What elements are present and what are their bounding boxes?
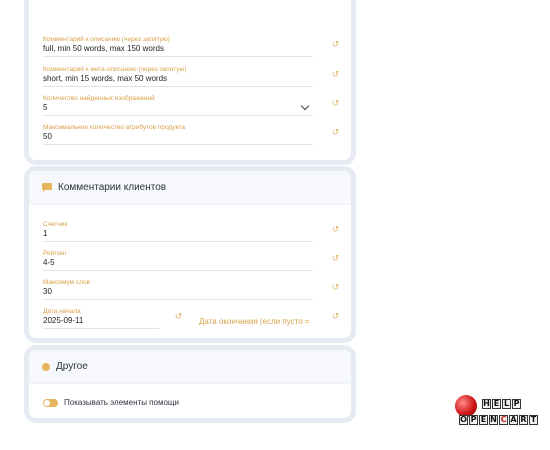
help-elements-toggle[interactable] [43, 399, 58, 407]
field-value[interactable]: 50 [43, 132, 313, 142]
field-label: Максимум слов [43, 279, 91, 286]
card-title: Комментарии клиентов [58, 182, 167, 193]
reset-icon[interactable]: ↺ [331, 284, 340, 293]
seo-settings-card: Комментарий к описанию (через запятую) f… [24, 0, 356, 165]
description-comment-field[interactable]: Комментарий к описанию (через запятую) f… [43, 36, 313, 57]
logo-letter: E [479, 415, 488, 425]
logo-letter: A [509, 415, 518, 425]
reset-icon[interactable]: ↺ [331, 255, 340, 264]
start-date-field[interactable]: Дата начала 2025-09-11 [43, 308, 159, 329]
help-elements-toggle-label: Показывать элементы помощи [64, 398, 179, 407]
field-label: Рейтинг [43, 250, 67, 257]
max-words-field[interactable]: Максимум слов 30 [43, 279, 313, 300]
logo-letter: N [489, 415, 498, 425]
logo-letter: P [469, 415, 478, 425]
field-value[interactable]: 1 [43, 229, 313, 239]
help-opencart-logo: H E L P O P E N C A R T [455, 393, 543, 431]
reset-icon[interactable]: ↺ [331, 129, 340, 138]
logo-letter: O [459, 415, 468, 425]
select-value[interactable]: 5 [43, 103, 313, 113]
toggle-knob [44, 400, 50, 406]
field-underline [43, 56, 313, 57]
logo-letter: R [519, 415, 528, 425]
field-underline [43, 115, 313, 116]
dot-icon [42, 362, 50, 371]
logo-line-opencart: O P E N C A R T [459, 415, 538, 425]
rating-field[interactable]: Рейтинг 4-5 [43, 250, 313, 271]
other-settings-card: Другое Показывать элементы помощи [24, 345, 356, 423]
images-count-select[interactable]: Количество найденных изображений 5 [43, 95, 313, 116]
field-label: Максимальное количество атрибутов продук… [43, 124, 186, 131]
field-value[interactable]: short, min 15 words, max 50 words [43, 74, 313, 84]
reset-icon[interactable]: ↺ [331, 71, 340, 80]
field-underline [43, 241, 313, 242]
logo-letter: L [502, 399, 511, 409]
field-label: Счетчик [43, 221, 68, 228]
field-label: Комментарий к мета-описанию (через запят… [43, 66, 187, 73]
field-underline [43, 328, 159, 329]
chat-icon [42, 183, 52, 192]
card-header: Комментарии клиентов [29, 171, 351, 205]
logo-letter: E [492, 399, 501, 409]
field-label: Дата начала [43, 308, 81, 315]
field-value[interactable]: 2025-09-11 [43, 316, 159, 326]
logo-letter: H [482, 399, 491, 409]
logo-ball-icon [455, 395, 477, 417]
field-value[interactable]: full, min 50 words, max 150 words [43, 44, 313, 54]
card-title: Другое [56, 361, 88, 372]
logo-line-help: H E L P [482, 399, 521, 409]
logo-letter: P [512, 399, 521, 409]
logo-letter: T [529, 415, 538, 425]
reset-icon[interactable]: ↺ [174, 313, 183, 322]
field-underline [43, 144, 313, 145]
reset-icon[interactable]: ↺ [331, 100, 340, 109]
end-date-field-label[interactable]: Дата окончания (если пусто = [199, 317, 310, 326]
reset-icon[interactable]: ↺ [331, 313, 340, 322]
field-underline [43, 86, 313, 87]
reset-icon[interactable]: ↺ [331, 226, 340, 235]
meta-description-comment-field[interactable]: Комментарий к мета-описанию (через запят… [43, 66, 313, 87]
logo-letter: C [499, 415, 508, 425]
field-label: Количество найденных изображений [43, 95, 155, 102]
reset-icon[interactable]: ↺ [331, 41, 340, 50]
field-value[interactable]: 4-5 [43, 258, 313, 268]
field-underline [43, 270, 313, 271]
field-underline [43, 299, 313, 300]
customer-reviews-card: Комментарии клиентов Счетчик 1 ↺ Рейтинг… [24, 166, 356, 343]
field-label: Комментарий к описанию (через запятую) [43, 36, 170, 43]
field-value[interactable]: 30 [43, 287, 313, 297]
max-attributes-field[interactable]: Максимальное количество атрибутов продук… [43, 124, 313, 145]
counter-field[interactable]: Счетчик 1 [43, 221, 313, 242]
card-header: Другое [29, 350, 351, 384]
